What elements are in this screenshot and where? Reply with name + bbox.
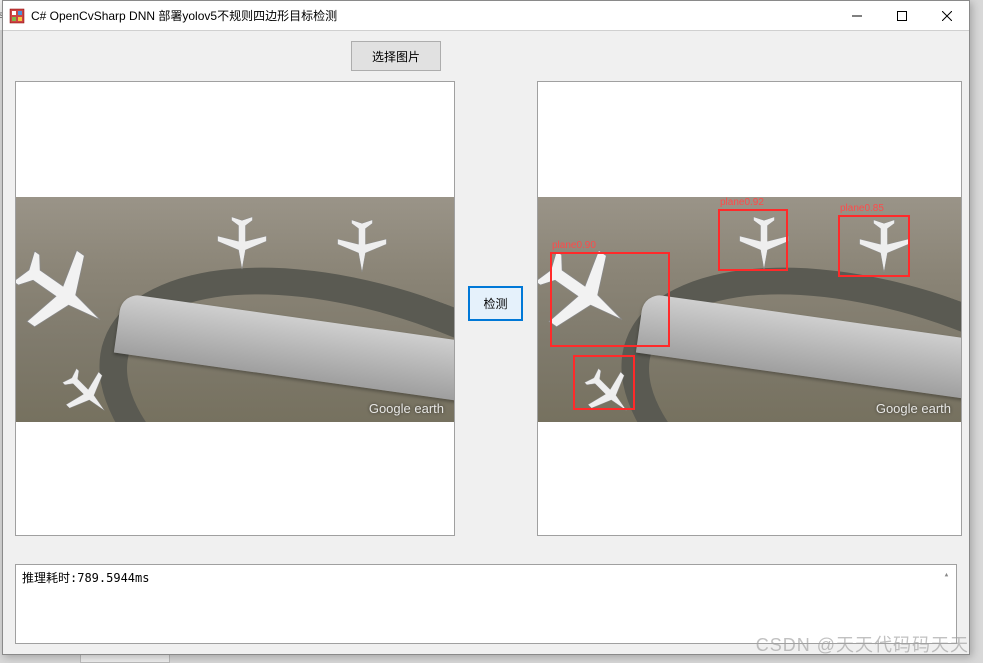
detection-box — [573, 355, 635, 410]
detection-box — [550, 252, 670, 347]
source-image: Google earth — [16, 197, 454, 422]
titlebar: C# OpenCvSharp DNN 部署yolov5不规则四边形目标检测 — [3, 1, 969, 31]
select-image-label: 选择图片 — [372, 48, 420, 65]
detection-label: plane0.85 — [840, 203, 884, 214]
client-area: 选择图片 检测 G — [3, 31, 969, 654]
log-text: 推理耗时:789.5944ms — [22, 571, 149, 585]
google-earth-watermark: Google earth — [876, 401, 951, 416]
detection-label: plane0.92 — [720, 197, 764, 208]
close-button[interactable] — [924, 1, 969, 30]
select-image-button[interactable]: 选择图片 — [351, 41, 441, 71]
log-output[interactable]: 推理耗时:789.5944ms ▴ — [15, 564, 957, 644]
detect-label: 检测 — [483, 295, 507, 312]
detect-button[interactable]: 检测 — [468, 286, 523, 321]
source-image-panel: Google earth — [15, 81, 455, 536]
detection-label: plane0.90 — [552, 240, 596, 251]
main-window: C# OpenCvSharp DNN 部署yolov5不规则四边形目标检测 选择… — [2, 0, 970, 655]
detection-box — [838, 215, 910, 277]
plane-icon — [214, 215, 270, 271]
result-image: plane0.90 plane0.92 plane0.85 Google earth — [538, 197, 961, 422]
scroll-up-icon[interactable]: ▴ — [939, 567, 954, 582]
app-icon — [9, 8, 25, 24]
window-title: C# OpenCvSharp DNN 部署yolov5不规则四边形目标检测 — [31, 7, 337, 24]
result-image-panel: plane0.90 plane0.92 plane0.85 Google earth — [537, 81, 962, 536]
maximize-button[interactable] — [879, 1, 924, 30]
minimize-button[interactable] — [834, 1, 879, 30]
google-earth-watermark: Google earth — [369, 401, 444, 416]
detection-box — [718, 209, 788, 271]
window-controls — [834, 1, 969, 30]
plane-icon — [334, 218, 390, 274]
